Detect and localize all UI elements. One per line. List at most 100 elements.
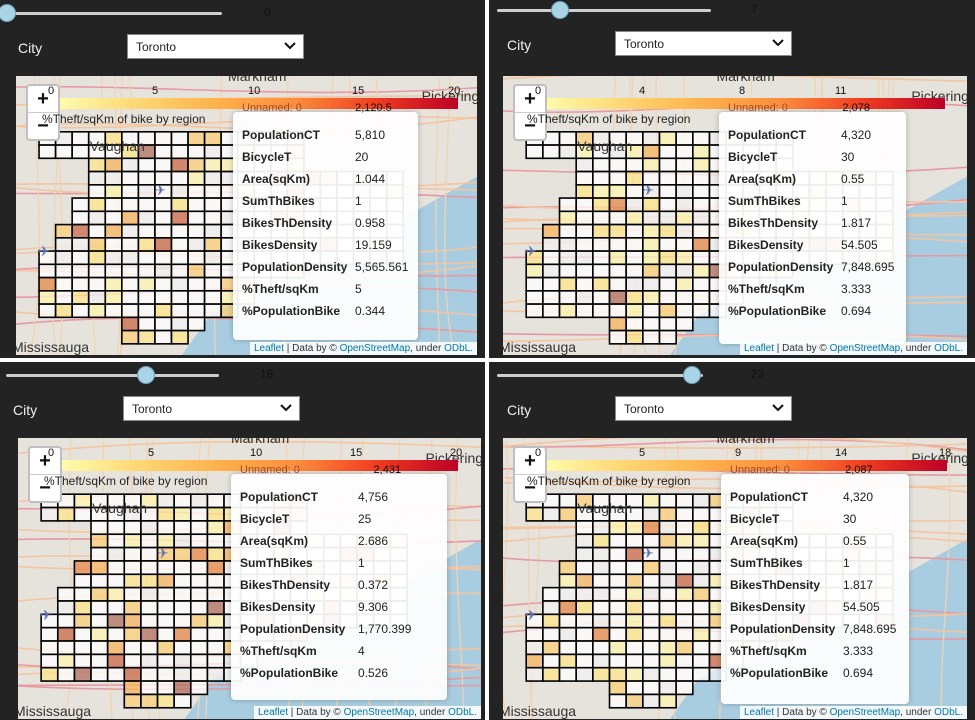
census-tract[interactable] (106, 573, 126, 589)
census-tract[interactable] (542, 263, 561, 279)
census-tract[interactable] (592, 184, 611, 199)
census-tract[interactable] (206, 560, 225, 576)
census-tract[interactable] (203, 237, 222, 252)
census-tract[interactable] (104, 250, 123, 266)
census-tract[interactable] (608, 533, 627, 549)
census-tract[interactable] (104, 237, 123, 252)
census-tract[interactable] (692, 600, 711, 616)
census-tract[interactable] (87, 210, 107, 226)
census-tract[interactable] (87, 223, 107, 239)
census-tract[interactable] (203, 197, 222, 213)
census-tract[interactable] (87, 157, 107, 173)
census-tract[interactable] (104, 170, 123, 186)
census-tract[interactable] (189, 586, 209, 602)
leaflet-link[interactable]: Leaflet (744, 707, 774, 718)
census-tract[interactable] (137, 276, 156, 292)
census-tract[interactable] (154, 144, 173, 160)
census-tract[interactable] (54, 276, 73, 292)
census-tract[interactable] (642, 520, 661, 536)
census-tract[interactable] (140, 680, 159, 696)
census-tract[interactable] (87, 184, 107, 199)
census-tract[interactable] (73, 493, 92, 509)
census-tract[interactable] (156, 653, 175, 669)
census-tract[interactable] (592, 290, 611, 305)
census-tract[interactable] (106, 533, 126, 549)
census-tract[interactable] (642, 303, 661, 319)
census-tract[interactable] (156, 613, 175, 629)
census-tract[interactable] (675, 666, 694, 682)
census-tract[interactable] (625, 290, 644, 305)
census-tract[interactable] (123, 600, 142, 616)
census-tract[interactable] (608, 560, 627, 576)
census-tract[interactable] (173, 653, 192, 669)
census-tract[interactable] (558, 573, 577, 589)
census-tract[interactable] (592, 210, 611, 226)
census-tract[interactable] (658, 546, 677, 562)
census-tract[interactable] (542, 290, 561, 305)
time-slider-track[interactable] (497, 9, 711, 12)
census-tract[interactable] (675, 533, 694, 549)
census-tract[interactable] (106, 586, 126, 602)
census-tract[interactable] (137, 303, 156, 319)
census-tract[interactable] (592, 600, 611, 616)
census-tract[interactable] (121, 263, 140, 279)
census-tract[interactable] (525, 303, 544, 319)
census-tract[interactable] (608, 170, 627, 186)
census-tract[interactable] (38, 276, 57, 292)
census-tract[interactable] (575, 533, 594, 549)
openstreetmap-link[interactable]: OpenStreetMap (344, 707, 415, 718)
census-tract[interactable] (121, 329, 140, 345)
census-tract[interactable] (575, 184, 594, 199)
census-tract[interactable] (592, 586, 611, 602)
census-tract[interactable] (608, 600, 627, 616)
census-tract[interactable] (658, 520, 677, 536)
openstreetmap-link[interactable]: OpenStreetMap (830, 343, 901, 354)
census-tract[interactable] (642, 573, 661, 589)
census-tract[interactable] (608, 303, 627, 319)
census-tract[interactable] (608, 210, 627, 226)
census-tract[interactable] (206, 653, 225, 669)
census-tract[interactable] (90, 666, 109, 682)
census-tract[interactable] (575, 520, 594, 536)
census-tract[interactable] (692, 493, 711, 509)
census-tract[interactable] (173, 493, 192, 509)
census-tract[interactable] (575, 666, 594, 682)
census-tract[interactable] (558, 666, 577, 682)
census-tract[interactable] (642, 600, 661, 616)
city-select[interactable]: Toronto (123, 396, 300, 421)
census-tract[interactable] (675, 210, 694, 226)
census-tract[interactable] (575, 573, 594, 589)
odbl-link[interactable]: ODbL. (444, 343, 473, 354)
census-tract[interactable] (56, 586, 76, 602)
census-tract[interactable] (173, 520, 192, 536)
census-tract[interactable] (558, 237, 577, 252)
census-tract[interactable] (658, 210, 677, 226)
census-tract[interactable] (658, 197, 677, 213)
census-tract[interactable] (542, 600, 561, 616)
census-tract[interactable] (121, 197, 140, 213)
census-tract[interactable] (658, 653, 677, 669)
census-tract[interactable] (675, 290, 694, 305)
census-tract[interactable] (156, 506, 175, 522)
census-tract[interactable] (87, 170, 107, 186)
census-tract[interactable] (592, 520, 611, 536)
census-tract[interactable] (71, 290, 90, 305)
census-tract[interactable] (542, 276, 561, 292)
census-tract[interactable] (675, 157, 694, 173)
census-tract[interactable] (625, 600, 644, 616)
census-tract[interactable] (121, 250, 140, 266)
census-tract[interactable] (558, 653, 577, 669)
census-tract[interactable] (558, 223, 577, 239)
census-tract[interactable] (658, 223, 677, 239)
census-tract[interactable] (608, 197, 627, 213)
census-tract[interactable] (625, 573, 644, 589)
census-tract[interactable] (525, 626, 544, 642)
census-tract[interactable] (137, 316, 156, 332)
census-tract[interactable] (658, 157, 677, 173)
census-tract[interactable] (625, 626, 644, 642)
census-tract[interactable] (658, 263, 677, 279)
census-tract[interactable] (156, 520, 175, 536)
odbl-link[interactable]: ODbL. (934, 343, 963, 354)
census-tract[interactable] (692, 237, 711, 252)
census-tract[interactable] (187, 197, 206, 213)
